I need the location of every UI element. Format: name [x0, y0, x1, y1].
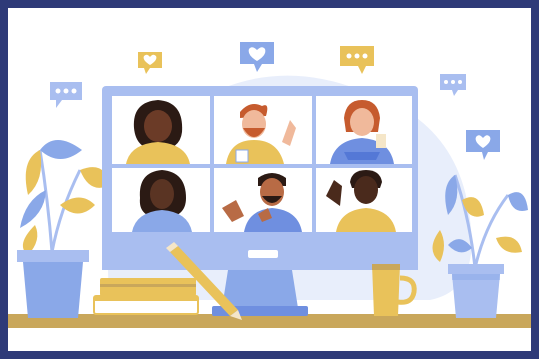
participant-tile — [112, 168, 210, 232]
participant-tile — [214, 96, 312, 164]
typing-dots-icon — [340, 46, 374, 74]
participant-tile — [214, 168, 312, 232]
left-plant — [17, 140, 110, 318]
participant-tile — [316, 96, 412, 164]
heart-icon — [240, 42, 274, 72]
books-icon — [93, 278, 199, 315]
participant-grid — [112, 96, 412, 232]
typing-dots-icon — [50, 82, 82, 108]
illustration-frame — [8, 8, 531, 351]
heart-icon — [466, 130, 500, 160]
participant-tile — [112, 96, 210, 164]
video-call-illustration — [8, 42, 531, 328]
heart-icon — [138, 52, 162, 74]
participant-tile — [316, 168, 412, 232]
desk-surface — [8, 314, 531, 328]
typing-dots-icon — [440, 74, 466, 96]
